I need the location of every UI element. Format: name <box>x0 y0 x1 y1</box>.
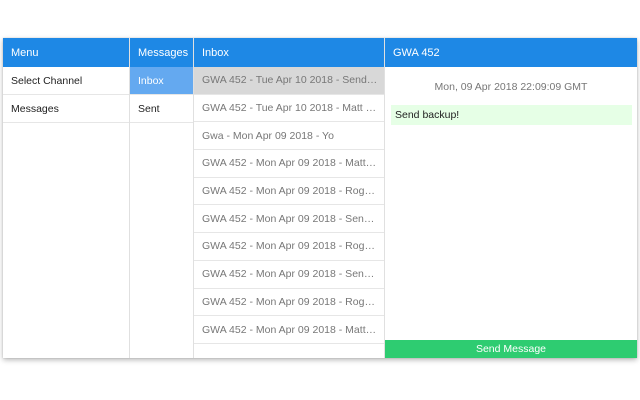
folder-item-inbox[interactable]: Inbox <box>130 67 193 95</box>
message-list-item[interactable]: GWA 452 - Mon Apr 09 2018 - Matt is a… <box>194 316 384 344</box>
menu-column: Menu Select Channel Messages <box>3 38 130 358</box>
message-list-item-text: GWA 452 - Mon Apr 09 2018 - Roger t… <box>202 240 378 253</box>
folder-item-sent[interactable]: Sent <box>130 95 193 123</box>
message-list-item[interactable]: GWA 452 - Tue Apr 10 2018 - Matt is a… <box>194 95 384 123</box>
message-list-item-text: Gwa - Mon Apr 09 2018 - Yo <box>202 129 334 142</box>
detail-content: Mon, 09 Apr 2018 22:09:09 GMT Send backu… <box>385 67 637 340</box>
menu-item-messages[interactable]: Messages <box>3 95 129 123</box>
message-list-item[interactable]: GWA 452 - Mon Apr 09 2018 - Roger t… <box>194 178 384 206</box>
menu-item-select-channel[interactable]: Select Channel <box>3 67 129 95</box>
message-list-item-text: GWA 452 - Mon Apr 09 2018 - Roger t… <box>202 295 378 308</box>
messages-folder-list: Inbox Sent <box>130 67 193 358</box>
message-list-item-text: GWA 452 - Mon Apr 09 2018 - Send b… <box>202 212 378 225</box>
send-message-button[interactable]: Send Message <box>385 340 637 358</box>
message-list-item[interactable]: GWA 452 - Tue Apr 10 2018 - Send backup! <box>194 67 384 95</box>
message-bubble: Send backup! <box>391 105 632 125</box>
messages-header: Messages <box>130 38 193 67</box>
inbox-list[interactable]: GWA 452 - Tue Apr 10 2018 - Send backup!… <box>194 67 384 358</box>
message-list-item-text: GWA 452 - Mon Apr 09 2018 - Matt is a… <box>202 323 378 336</box>
message-list-item[interactable]: GWA 452 - Mon Apr 09 2018 - Matt is a… <box>194 150 384 178</box>
detail-body: Mon, 09 Apr 2018 22:09:09 GMT Send backu… <box>385 67 637 358</box>
message-list-item[interactable]: Gwa - Mon Apr 09 2018 - Yo <box>194 122 384 151</box>
message-list-item-text: GWA 452 - Mon Apr 09 2018 - Matt is a… <box>202 157 378 170</box>
message-list-item-text: GWA 452 - Mon Apr 09 2018 - Send b… <box>202 268 378 281</box>
message-detail-column: GWA 452 Mon, 09 Apr 2018 22:09:09 GMT Se… <box>385 38 637 358</box>
message-list-item[interactable]: GWA 452 - Mon Apr 09 2018 - Roger t… <box>194 289 384 317</box>
message-list-item-text: GWA 452 - Tue Apr 10 2018 - Matt is a… <box>202 102 378 115</box>
detail-header: GWA 452 <box>385 38 637 67</box>
message-list-item[interactable]: GWA 452 - Mon Apr 09 2018 - Send b… <box>194 205 384 234</box>
message-list-item[interactable]: GWA 452 - Mon Apr 09 2018 - Send b… <box>194 261 384 289</box>
message-list-item-text: GWA 452 - Mon Apr 09 2018 - Roger t… <box>202 185 378 198</box>
message-list-item-text: GWA 452 - Tue Apr 10 2018 - Send backup! <box>202 74 378 87</box>
inbox-header: Inbox <box>194 38 384 67</box>
inbox-column: Inbox GWA 452 - Tue Apr 10 2018 - Send b… <box>194 38 385 358</box>
menu-header: Menu <box>3 38 129 67</box>
message-list-item[interactable]: GWA 452 - Mon Apr 09 2018 - Roger t… <box>194 233 384 261</box>
message-timestamp: Mon, 09 Apr 2018 22:09:09 GMT <box>434 81 588 93</box>
messaging-app: Menu Select Channel Messages Messages In… <box>3 38 637 358</box>
messages-column: Messages Inbox Sent <box>130 38 194 358</box>
detail-body-wrapper: Mon, 09 Apr 2018 22:09:09 GMT Send backu… <box>385 67 637 358</box>
menu-list: Select Channel Messages <box>3 67 129 358</box>
